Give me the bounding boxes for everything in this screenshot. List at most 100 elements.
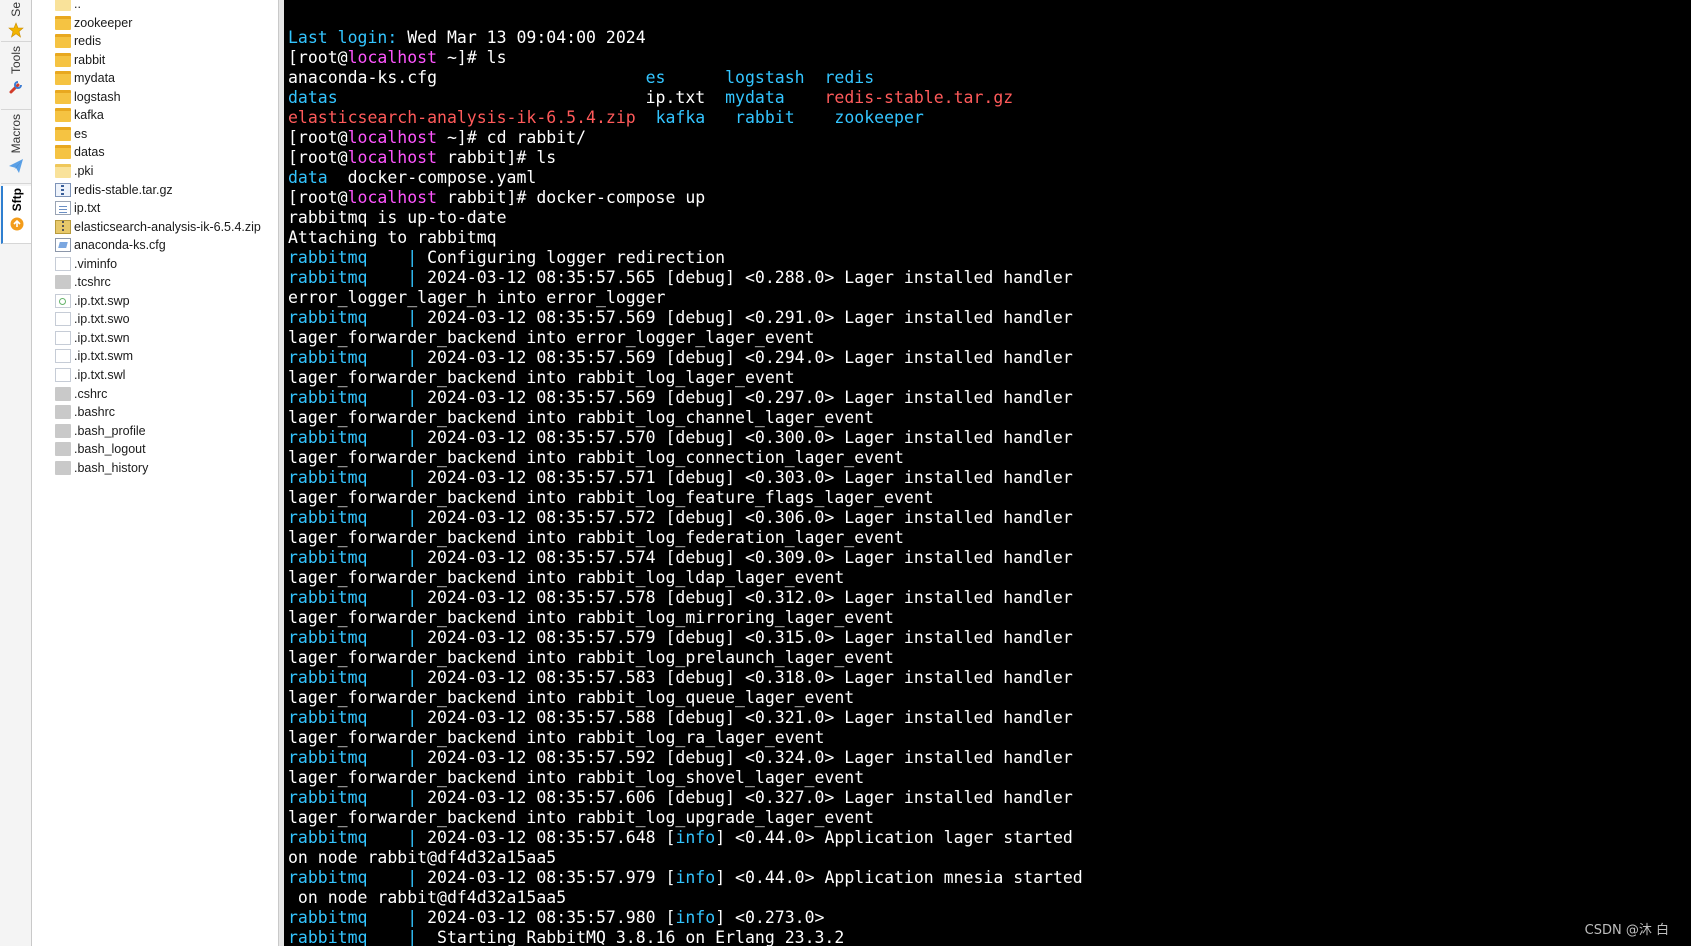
terminal-line: rabbitmq | Configuring logger redirectio…: [288, 248, 1083, 268]
file-list-item[interactable]: anaconda-ks.cfg: [55, 235, 166, 255]
terminal-text: rabbit: [735, 108, 795, 127]
terminal-line: lager_forwarder_backend into rabbit_log_…: [288, 408, 1083, 428]
file-name: kafka: [74, 108, 104, 123]
terminal-text: mydata: [725, 88, 785, 107]
file-list-item[interactable]: .bashrc: [55, 402, 115, 422]
file-list-item[interactable]: logstash: [55, 87, 121, 107]
file-list-item[interactable]: datas: [55, 142, 105, 162]
folder-icon: [55, 52, 71, 67]
terminal-line: [root@localhost rabbit]# docker-compose …: [288, 188, 1083, 208]
terminal-line: lager_forwarder_backend into rabbit_log_…: [288, 568, 1083, 588]
terminal-text: 2024-03-12 08:35:57.570 [debug] <0.300.0…: [427, 428, 1073, 447]
terminal-text: anaconda-ks.cfg: [288, 68, 646, 87]
file-list-item[interactable]: .bash_history: [55, 458, 148, 478]
terminal-line: lager_forwarder_backend into rabbit_log_…: [288, 728, 1083, 748]
folder-icon: [55, 34, 71, 49]
terminal-text: es: [645, 68, 666, 87]
side-tab-strip: Se Tools Macros Sftp: [0, 0, 32, 946]
file-name: .ip.txt.swl: [74, 368, 126, 382]
file-list-item[interactable]: .ip.txt.swm: [55, 346, 133, 366]
side-tab-tools[interactable]: Tools: [1, 44, 31, 110]
file-name: .pki: [74, 163, 94, 178]
terminal-text: rabbitmq |: [288, 868, 428, 887]
terminal-text: Attaching to rabbitmq: [288, 228, 497, 247]
file-list-item[interactable]: .ip.txt.swn: [55, 328, 130, 348]
terminal-text: Starting RabbitMQ 3.8.16 on Erlang 23.3.…: [437, 928, 845, 946]
terminal-text: lager_forwarder_backend into rabbit_log_…: [288, 808, 875, 827]
terminal-text: rabbitmq |: [288, 588, 428, 607]
file-list-item[interactable]: .bash_logout: [55, 439, 146, 459]
file-list-item[interactable]: mydata: [55, 68, 115, 88]
file-list-item[interactable]: zookeeper: [55, 13, 132, 33]
terminal-line: rabbitmq | 2024-03-12 08:35:57.592 [debu…: [288, 748, 1083, 768]
terminal-text: rabbitmq |: [288, 248, 428, 267]
terminal-text: info: [675, 868, 716, 887]
terminal-line: rabbitmq is up-to-date: [288, 208, 1083, 228]
terminal-text: rabbitmq |: [288, 348, 428, 367]
side-tab-macros[interactable]: Macros: [1, 112, 31, 184]
terminal-text: lager_forwarder_backend into rabbit_log_…: [288, 408, 875, 427]
terminal-line: Last login: Wed Mar 13 09:04:00 2024: [288, 28, 1083, 48]
terminal-text: [root@: [288, 188, 348, 207]
terminal-text: rabbitmq |: [288, 268, 428, 287]
file-list-item[interactable]: .tcshrc: [55, 272, 111, 292]
terminal-text: Wed Mar 13 09:04:00 2024: [397, 28, 646, 47]
terminal-text: [root@: [288, 128, 348, 147]
folder-icon: [55, 145, 71, 160]
terminal-text: error_logger_lager_h into error_logger: [288, 288, 666, 307]
terminal-text: 2024-03-12 08:35:57.578 [debug] <0.312.0…: [427, 588, 1073, 607]
file-list-item[interactable]: kafka: [55, 105, 104, 125]
file-list-item[interactable]: redis: [55, 31, 101, 51]
file-list-item[interactable]: .bash_profile: [55, 421, 146, 441]
file-list-item[interactable]: redis-stable.tar.gz: [55, 180, 173, 200]
terminal-text: ] <0.44.0> Application lager started: [715, 828, 1073, 847]
terminal-text: docker-compose.yaml: [327, 168, 537, 187]
terminal-line: rabbitmq | 2024-03-12 08:35:57.569 [debu…: [288, 388, 1083, 408]
file-icon: [55, 256, 71, 271]
file-icon: [55, 349, 71, 364]
terminal-text: ] <0.44.0> Application mnesia started: [715, 868, 1083, 887]
terminal-text: rabbitmq |: [288, 748, 428, 767]
terminal-text: lager_forwarder_backend into error_logge…: [288, 328, 815, 347]
file-list-item[interactable]: rabbit: [55, 50, 105, 70]
folder-icon: [55, 71, 71, 86]
terminal-text: ] <0.273.0>: [715, 908, 825, 927]
side-tab-label: Se: [9, 2, 23, 17]
terminal-text: rabbit]# ls: [437, 148, 557, 167]
side-tab-sftp[interactable]: Sftp: [1, 186, 31, 244]
file-list-item[interactable]: .cshrc: [55, 384, 107, 404]
terminal-line: anaconda-ks.cfg es logstash redis: [288, 68, 1083, 88]
file-list-item[interactable]: .ip.txt.swp: [55, 291, 130, 311]
terminal-line: rabbitmq | 2024-03-12 08:35:57.569 [debu…: [288, 308, 1083, 328]
side-tab-sessions[interactable]: Se: [1, 0, 31, 42]
side-tab-label: Tools: [9, 46, 23, 75]
terminal-line: lager_forwarder_backend into rabbit_log_…: [288, 488, 1083, 508]
terminal-text: rabbitmq |: [288, 788, 428, 807]
terminal-text: localhost: [347, 48, 438, 67]
terminal-pane[interactable]: Last login: Wed Mar 13 09:04:00 2024 [roo…: [284, 0, 1691, 946]
terminal-text: lager_forwarder_backend into rabbit_log_…: [288, 528, 904, 547]
file-name: .bash_history: [74, 460, 149, 475]
terminal-text: localhost: [347, 148, 438, 167]
terminal-line: [root@localhost ~]# cd rabbit/: [288, 128, 1083, 148]
terminal-line: lager_forwarder_backend into rabbit_log_…: [288, 528, 1083, 548]
file-list-item[interactable]: elasticsearch-analysis-ik-6.5.4.zip: [55, 217, 261, 237]
file-name: redis: [74, 34, 102, 49]
hidden-file-icon: [55, 275, 71, 290]
file-list-item[interactable]: ip.txt: [55, 198, 100, 218]
file-list-item[interactable]: .ip.txt.swl: [55, 365, 125, 385]
terminal-text: lager_forwarder_backend into rabbit_log_…: [288, 648, 894, 667]
file-list-item[interactable]: .pki: [55, 161, 93, 181]
terminal-text: rabbitmq |: [288, 308, 428, 327]
file-list-item[interactable]: .ip.txt.swo: [55, 309, 130, 329]
file-name: .ip.txt.swp: [74, 293, 130, 308]
file-list-item[interactable]: .viminfo: [55, 254, 117, 274]
hidden-file-icon: [55, 460, 71, 475]
terminal-text: localhost: [347, 188, 438, 207]
file-name: .ip.txt.swn: [74, 330, 130, 345]
terminal-line: lager_forwarder_backend into rabbit_log_…: [288, 808, 1083, 828]
terminal-line: rabbitmq | 2024-03-12 08:35:57.569 [debu…: [288, 348, 1083, 368]
file-list-item[interactable]: es: [55, 124, 87, 144]
